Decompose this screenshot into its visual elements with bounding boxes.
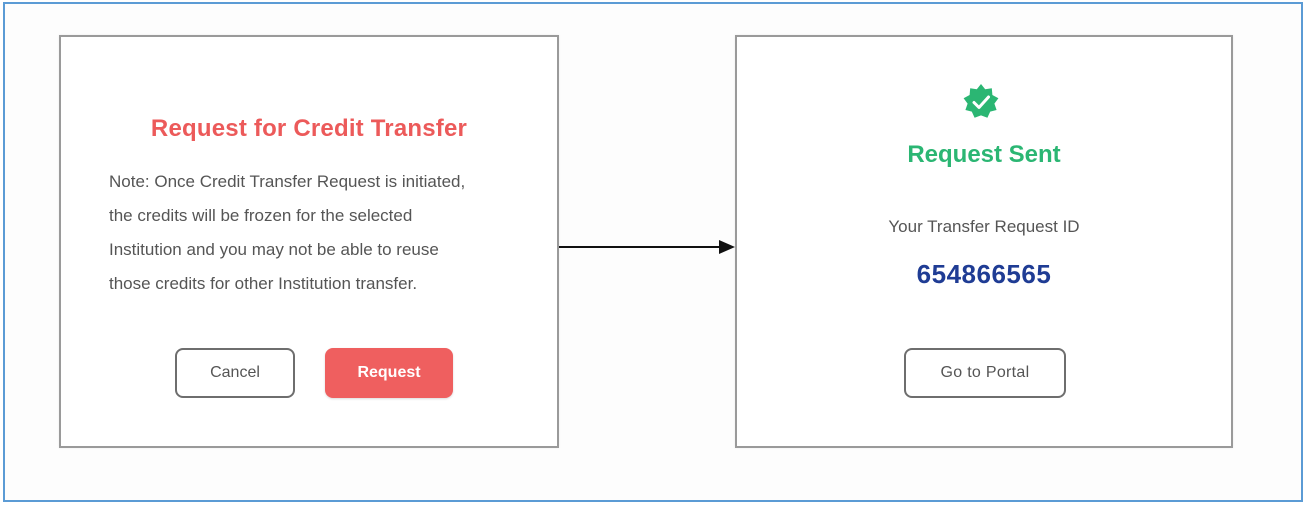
transfer-note: Note: Once Credit Transfer Request is in… <box>109 172 466 293</box>
verified-check-badge-icon <box>963 84 999 118</box>
dialog-title: Request for Credit Transfer <box>150 115 468 142</box>
right-arrow-icon <box>559 240 735 254</box>
request-credit-transfer-dialog: Request for Credit Transfer Note: Once C… <box>59 35 559 448</box>
cancel-button[interactable]: Cancel <box>175 348 295 398</box>
request-sent-dialog: Request Sent Your Transfer Request ID 65… <box>735 35 1233 448</box>
go-to-portal-button[interactable]: Go to Portal <box>904 348 1066 398</box>
flow-frame: Request for Credit Transfer Note: Once C… <box>3 2 1303 502</box>
request-id-value: 654866565 <box>916 259 1052 289</box>
success-title: Request Sent <box>907 141 1061 168</box>
request-id-label: Your Transfer Request ID <box>888 217 1080 236</box>
request-button[interactable]: Request <box>325 348 453 398</box>
